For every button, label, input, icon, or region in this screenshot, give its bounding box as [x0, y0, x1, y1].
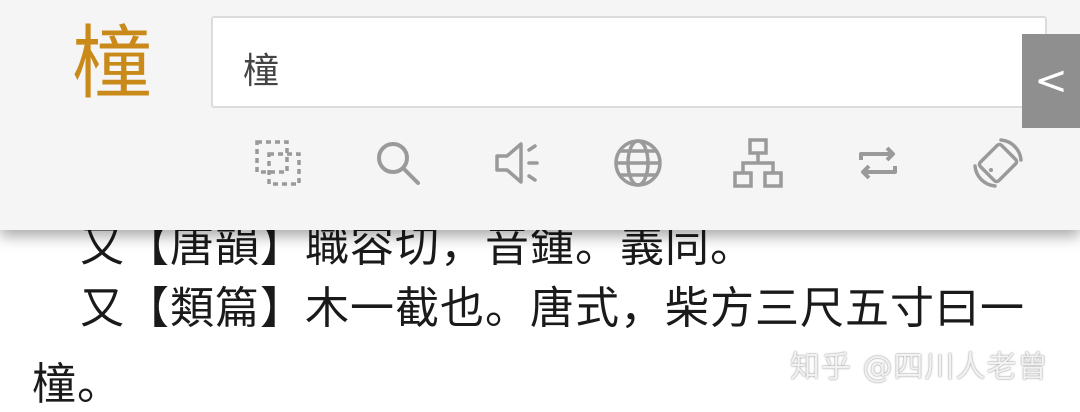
- toolbar: [0, 128, 1080, 202]
- search-icon[interactable]: [368, 128, 428, 198]
- globe-icon[interactable]: [608, 128, 668, 198]
- document-line-end: 橦。: [32, 359, 122, 410]
- repeat-icon[interactable]: [848, 128, 908, 198]
- watermark: 知乎 @四川人老曾: [790, 350, 1049, 385]
- select-copy-icon[interactable]: [248, 128, 308, 198]
- search-input[interactable]: 橦: [211, 16, 1047, 108]
- speaker-icon[interactable]: [488, 128, 548, 198]
- sitemap-icon[interactable]: [728, 128, 788, 198]
- search-input-value: 橦: [243, 51, 280, 92]
- collapse-button[interactable]: <: [1022, 34, 1080, 128]
- lookup-popup: 橦 橦 <: [0, 0, 1080, 230]
- rotate-icon[interactable]: [968, 128, 1028, 198]
- document-line: 又【類篇】木一截也。唐式，柴方三尺五寸曰一: [80, 283, 1025, 334]
- headword: 橦: [72, 17, 152, 110]
